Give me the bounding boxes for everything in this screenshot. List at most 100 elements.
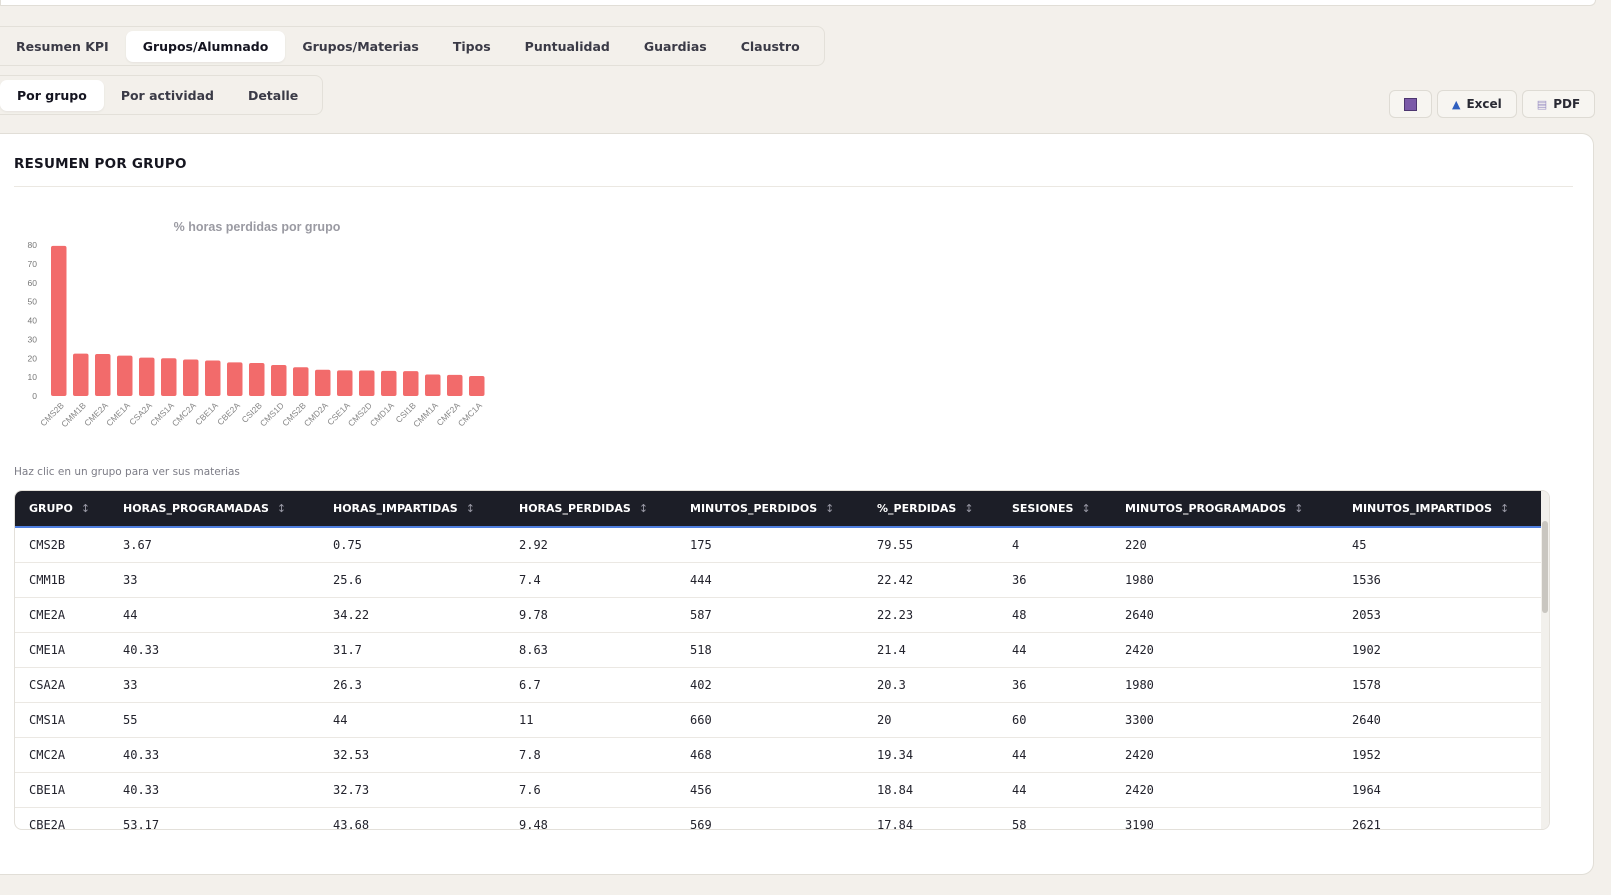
table-cell: 402 [690,678,712,692]
table-cell: 58 [1012,818,1027,830]
table-cell: CMS1A [29,713,66,727]
sort-icon[interactable]: ↕ [1294,502,1303,515]
table-cell: 6.7 [519,678,541,692]
table-cell: 44 [333,713,348,727]
tab-tipos[interactable]: Tipos [436,31,508,62]
tab-grupos-alumnado[interactable]: Grupos/Alumnado [125,30,286,62]
tab-puntualidad[interactable]: Puntualidad [508,31,627,62]
chart-bar[interactable] [205,360,221,396]
tab-resumen-kpi[interactable]: Resumen KPI [0,31,126,62]
column-header-label: HORAS_PERDIDAS [519,502,631,515]
table-header: GRUPO ↕ HORAS_PROGRAMADAS ↕ HORAS_IMPARTIDAS… [15,491,1541,528]
tab-grupos-materias[interactable]: Grupos/Materias [285,31,436,62]
chart-bar[interactable] [359,370,375,396]
sub-tabs: Por grupo Por actividad Detalle [0,75,324,115]
chart-bar[interactable] [95,354,111,396]
table-cell: 1578 [1352,678,1381,692]
subtab-detalle[interactable]: Detalle [231,80,315,111]
table-cell: 2640 [1352,713,1381,727]
table-row[interactable]: CMS2B 3.67 0.75 2.92 175 79.55 4 220 45 [15,528,1541,563]
chart-bar[interactable] [51,245,67,396]
column-header[interactable]: HORAS_PERDIDAS ↕ [505,502,676,515]
sort-icon[interactable]: ↕ [639,502,648,515]
column-header[interactable]: HORAS_PROGRAMADAS ↕ [109,502,319,515]
column-header[interactable]: MINUTOS_IMPARTIDOS ↕ [1338,502,1541,515]
group-summary-table[interactable]: GRUPO ↕ HORAS_PROGRAMADAS ↕ HORAS_IMPARTIDAS… [14,490,1550,830]
sort-icon[interactable]: ↕ [1500,502,1509,515]
table-cell: 587 [690,608,712,622]
table-cell: 22.23 [877,608,914,622]
sort-icon[interactable]: ↕ [466,502,475,515]
table-cell: 1536 [1352,573,1381,587]
table-row[interactable]: CMC2A 40.33 32.53 7.8 468 19.34 44 2420 1952 [15,738,1541,773]
table-row[interactable]: CBE1A 40.33 32.73 7.6 456 18.84 44 2420 1964 [15,773,1541,808]
sort-icon[interactable]: ↕ [81,502,90,515]
table-cell: 4 [1012,538,1020,552]
table-body: CMS2B 3.67 0.75 2.92 175 79.55 4 220 45 CMM1B 33 25… [15,528,1541,830]
column-header[interactable]: MINUTOS_PERDIDOS ↕ [676,502,863,515]
chart-bar[interactable] [469,375,485,396]
chart-bar[interactable] [381,370,397,396]
column-header[interactable]: %_PERDIDAS ↕ [863,502,998,515]
table-row[interactable]: CMM1B 33 25.6 7.4 444 22.42 36 1980 1536 [15,563,1541,598]
x-tick-label: CMS1D [258,400,286,428]
table-cell: 7.8 [519,748,541,762]
column-header[interactable]: MINUTOS_PROGRAMADOS ↕ [1111,502,1338,515]
table-cell: 43.68 [333,818,370,830]
table-cell: 2.92 [519,538,548,552]
chart-bar[interactable] [73,353,89,396]
chart-bar[interactable] [139,357,155,396]
table-cell: 31.7 [333,643,362,657]
pdf-export-button[interactable]: ▤ PDF [1521,90,1596,118]
table-cell: CMC2A [29,748,66,762]
chart-bar[interactable] [403,371,419,396]
chart-bar[interactable] [293,367,309,396]
subtab-por-actividad[interactable]: Por actividad [104,80,231,111]
chart-bar[interactable] [315,369,331,396]
scrollbar-thumb[interactable] [1542,521,1548,613]
table-row[interactable]: CMS1A 55 44 11 660 20 60 3300 2640 [15,703,1541,738]
top-panel-edge [0,0,1596,6]
tab-claustro[interactable]: Claustro [724,31,817,62]
chart-bar[interactable] [183,359,199,396]
table-cell: 44 [1012,643,1027,657]
chart-bar[interactable] [425,374,441,396]
column-header[interactable]: SESIONES ↕ [998,502,1111,515]
chart-bar[interactable] [117,355,133,396]
chart-bar[interactable] [337,370,353,396]
chart-bar[interactable] [227,362,243,396]
excel-export-button[interactable]: ▲ Excel [1437,90,1517,118]
table-row[interactable]: CBE2A 53.17 43.68 9.48 569 17.84 58 3190 2621 [15,808,1541,830]
table-row[interactable]: CME2A 44 34.22 9.78 587 22.23 48 2640 2053 [15,598,1541,633]
chart-bar[interactable] [447,374,463,396]
table-row[interactable]: CSA2A 33 26.3 6.7 402 20.3 36 1980 1578 [15,668,1541,703]
chart-bar[interactable] [249,362,265,396]
column-header-label: GRUPO [29,502,73,515]
subtab-por-grupo[interactable]: Por grupo [0,79,104,111]
x-tick-label: CMM1A [411,400,440,429]
column-header[interactable]: GRUPO ↕ [15,502,109,515]
column-header[interactable]: HORAS_IMPARTIDAS ↕ [319,502,505,515]
sort-icon[interactable]: ↕ [825,502,834,515]
pdf-label: PDF [1553,97,1581,111]
column-header-label: MINUTOS_IMPARTIDOS [1352,502,1493,515]
x-tick-label: CMC1A [456,400,484,428]
lost-hours-bar-chart: % horas perdidas por grupo 0 10 20 30 40 50 60 7… [28,220,485,429]
sort-icon[interactable]: ↕ [1081,502,1090,515]
table-row[interactable]: CME1A 40.33 31.7 8.63 518 21.4 44 2420 1902 [15,633,1541,668]
sort-icon[interactable]: ↕ [277,502,286,515]
chart-bar[interactable] [161,358,177,396]
table-cell: 32.73 [333,783,370,797]
table-scrollbar[interactable] [1541,491,1549,829]
table-cell: 3.67 [123,538,152,552]
table-cell: CSA2A [29,678,66,692]
image-export-button[interactable] [1389,90,1432,118]
table-cell: 25.6 [333,573,362,587]
table-cell: CBE1A [29,783,66,797]
chart-bar[interactable] [271,365,287,396]
table-cell: 44 [1012,748,1027,762]
sort-icon[interactable]: ↕ [964,502,973,515]
tab-guardias[interactable]: Guardias [627,31,724,62]
table-cell: 7.6 [519,783,541,797]
x-tick-label: CMD1A [368,400,396,428]
